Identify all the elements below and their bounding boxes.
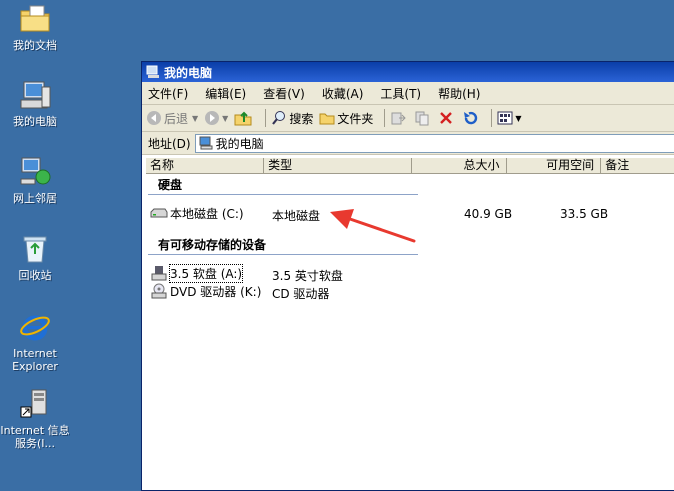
column-comments[interactable]: 备注 bbox=[601, 158, 674, 174]
search-icon bbox=[272, 111, 286, 125]
chevron-down-icon: ▼ bbox=[515, 113, 522, 123]
list-item-dvd-k[interactable]: DVD 驱动器 (K:) bbox=[150, 283, 261, 299]
search-button[interactable]: 搜索 bbox=[271, 110, 313, 127]
dvd-drive-icon bbox=[151, 283, 167, 299]
menu-edit[interactable]: 编辑(E) bbox=[205, 85, 246, 102]
explorer-window: 我的电脑 文件(F) 编辑(E) 查看(V) 收藏(A) 工具(T) 帮助(H)… bbox=[141, 61, 674, 491]
computer-icon bbox=[18, 78, 52, 112]
views-button[interactable]: ▼ bbox=[497, 110, 522, 126]
group-divider bbox=[148, 254, 418, 255]
column-name[interactable]: 名称 bbox=[146, 158, 265, 174]
item-name: 本地磁盘 (C:) bbox=[170, 206, 244, 221]
move-to-icon bbox=[391, 112, 407, 125]
toolbar-separator bbox=[491, 109, 493, 127]
up-folder-button[interactable] bbox=[234, 110, 254, 126]
window-title: 我的电脑 bbox=[164, 65, 213, 80]
chevron-down-icon: ▼ bbox=[192, 113, 199, 123]
folders-label: 文件夹 bbox=[337, 111, 374, 126]
undo-icon bbox=[464, 111, 478, 125]
menu-tools[interactable]: 工具(T) bbox=[380, 85, 421, 102]
column-type[interactable]: 类型 bbox=[264, 158, 412, 174]
menu-help[interactable]: 帮助(H) bbox=[438, 85, 480, 102]
title-bar[interactable]: 我的电脑 bbox=[142, 62, 674, 82]
item-type: 本地磁盘 bbox=[272, 209, 321, 223]
folders-button[interactable]: 文件夹 bbox=[319, 110, 373, 127]
hard-drive-icon bbox=[150, 208, 168, 218]
recycle-bin-icon bbox=[18, 232, 52, 266]
delete-x-icon bbox=[440, 112, 453, 124]
toolbar-separator bbox=[384, 109, 386, 127]
desktop-icon-label: 网上邻居 bbox=[13, 192, 57, 205]
up-folder-icon bbox=[234, 111, 252, 126]
move-to-button[interactable] bbox=[390, 110, 408, 126]
column-free-space[interactable]: 可用空间 bbox=[506, 158, 602, 174]
desktop-icon-recycle-bin[interactable]: 回收站 bbox=[0, 232, 70, 282]
menu-file[interactable]: 文件(F) bbox=[148, 85, 188, 102]
network-icon bbox=[18, 155, 52, 189]
desktop-icon-label: 我的电脑 bbox=[13, 115, 57, 128]
computer-icon bbox=[199, 136, 213, 150]
undo-button[interactable] bbox=[462, 110, 480, 126]
folder-icon bbox=[319, 113, 335, 125]
address-value: 我的电脑 bbox=[215, 136, 264, 151]
back-button[interactable]: 后退 ▼ bbox=[146, 110, 198, 127]
desktop-icon-label: Internet 信息服务(I... bbox=[0, 424, 70, 450]
desktop-icon-iis[interactable]: Internet 信息服务(I... bbox=[0, 387, 70, 450]
item-name: 3.5 软盘 (A:) bbox=[168, 263, 244, 283]
group-divider bbox=[148, 194, 418, 195]
toolbar-separator bbox=[265, 109, 267, 127]
delete-button[interactable] bbox=[438, 110, 456, 126]
folder-icon bbox=[18, 2, 52, 36]
back-label: 后退 bbox=[164, 111, 189, 126]
column-total-size[interactable]: 总大小 bbox=[411, 158, 507, 174]
group-hard-disks: 硬盘 bbox=[158, 178, 183, 192]
internet-explorer-icon bbox=[18, 310, 52, 344]
desktop-icon-label: Internet Explorer bbox=[12, 347, 58, 373]
item-free-space: 33.5 GB bbox=[560, 207, 609, 221]
address-label: 地址(D) bbox=[148, 136, 191, 151]
views-grid-icon bbox=[497, 111, 513, 125]
menu-favorites[interactable]: 收藏(A) bbox=[322, 85, 364, 102]
list-column-header: 名称 类型 总大小 可用空间 备注 bbox=[146, 158, 674, 174]
item-name: DVD 驱动器 (K:) bbox=[170, 284, 262, 299]
desktop-icon-my-documents[interactable]: 我的文档 bbox=[0, 2, 70, 52]
desktop-icon-label: 回收站 bbox=[18, 269, 52, 282]
address-input[interactable]: 我的电脑 bbox=[194, 133, 674, 153]
desktop-icon-internet-explorer[interactable]: Internet Explorer bbox=[0, 310, 70, 373]
list-item-floppy-a[interactable]: 3.5 软盘 (A:) bbox=[150, 263, 244, 283]
item-type: CD 驱动器 bbox=[272, 287, 330, 301]
desktop-icon-my-computer[interactable]: 我的电脑 bbox=[0, 78, 70, 128]
menu-bar: 文件(F) 编辑(E) 查看(V) 收藏(A) 工具(T) 帮助(H) bbox=[142, 82, 674, 105]
back-arrow-icon bbox=[147, 111, 161, 125]
copy-to-button[interactable] bbox=[414, 110, 432, 126]
forward-button[interactable]: ▼ bbox=[204, 110, 228, 126]
forward-arrow-icon bbox=[205, 111, 220, 125]
menu-view[interactable]: 查看(V) bbox=[263, 85, 305, 102]
chevron-down-icon: ▼ bbox=[222, 113, 229, 123]
item-total-size: 40.9 GB bbox=[464, 207, 513, 221]
search-label: 搜索 bbox=[289, 111, 314, 126]
iis-server-icon bbox=[18, 387, 52, 421]
desktop-icon-label: 我的文档 bbox=[13, 39, 57, 52]
address-bar: 地址(D) 我的电脑 bbox=[142, 132, 674, 155]
desktop-icon-network[interactable]: 网上邻居 bbox=[0, 155, 70, 205]
toolbar: 后退 ▼ ▼ 搜索 文件夹 ▼ bbox=[142, 105, 674, 132]
copy-to-icon bbox=[415, 111, 429, 126]
list-item-drive-c[interactable]: 本地磁盘 (C:) bbox=[150, 205, 244, 221]
item-type: 3.5 英寸软盘 bbox=[272, 269, 343, 283]
group-removable-storage: 有可移动存储的设备 bbox=[158, 238, 267, 252]
computer-icon bbox=[146, 65, 160, 79]
floppy-drive-icon bbox=[151, 266, 167, 281]
